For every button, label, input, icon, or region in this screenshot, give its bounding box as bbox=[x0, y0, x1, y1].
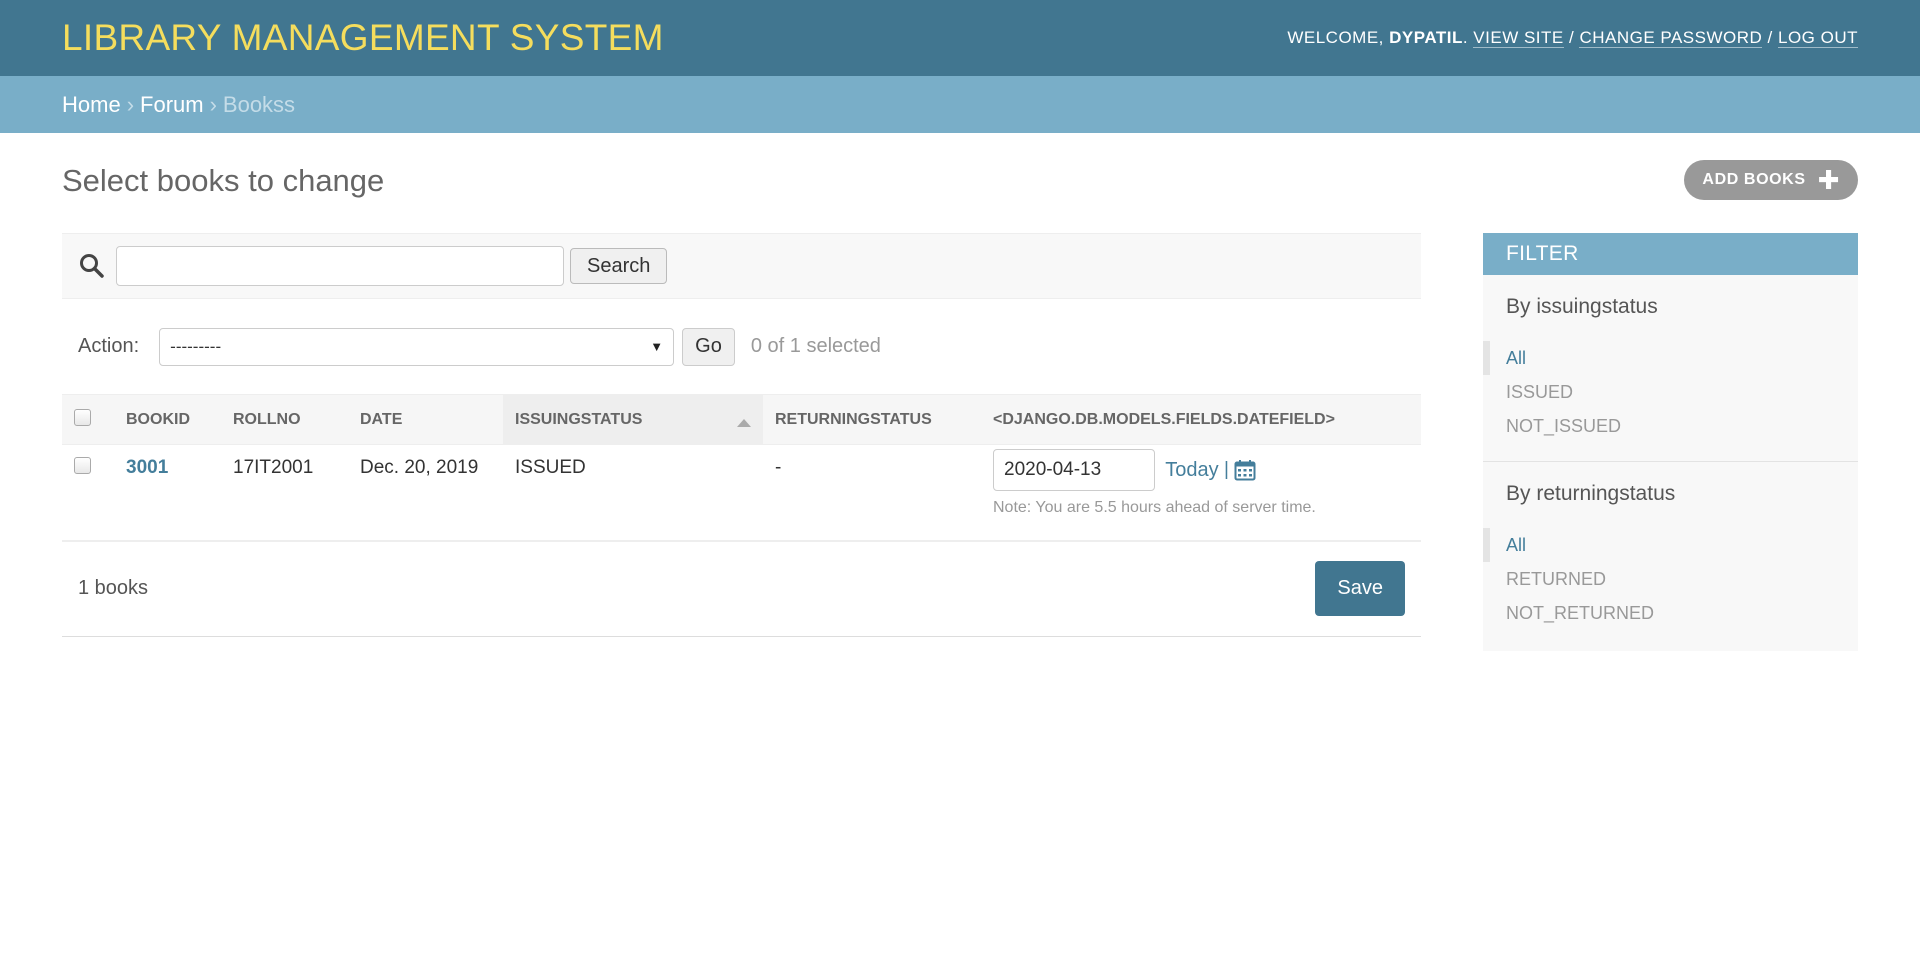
actions-bar: Action: --------- ▼ Go 0 of 1 selected bbox=[62, 299, 1421, 394]
filter-heading: By issuingstatus bbox=[1506, 295, 1658, 318]
column-header-rollno[interactable]: ROLLNO bbox=[221, 394, 348, 445]
site-header: LIBRARY MANAGEMENT SYSTEM WELCOME, DYPAT… bbox=[0, 0, 1920, 76]
datefield-cell: 2020-04-13 Today | Note: You are 5.5 hou… bbox=[981, 444, 1421, 542]
date-input[interactable]: 2020-04-13 bbox=[993, 449, 1155, 491]
today-link[interactable]: Today bbox=[1165, 459, 1218, 482]
save-button[interactable]: Save bbox=[1315, 561, 1405, 616]
selected-count: 0 of 1 selected bbox=[750, 335, 881, 357]
filter-group-issuingstatus: By issuingstatus All ISSUED NOT_ISSUED bbox=[1483, 275, 1858, 461]
filter-item-returned[interactable]: RETURNED bbox=[1483, 562, 1858, 596]
timezone-note: Note: You are 5.5 hours ahead of server … bbox=[993, 499, 1316, 516]
breadcrumb-forum[interactable]: Forum bbox=[140, 92, 204, 118]
issuingstatus-cell: ISSUED bbox=[503, 444, 763, 542]
column-header-datefield: <DJANGO.DB.MODELS.FIELDS.DATEFIELD> bbox=[981, 394, 1421, 445]
column-header-date[interactable]: DATE bbox=[348, 394, 503, 445]
action-select[interactable]: --------- ▼ bbox=[159, 327, 675, 366]
filter-item-all[interactable]: All bbox=[1483, 341, 1858, 375]
search-input[interactable] bbox=[116, 246, 564, 286]
breadcrumb-current: Bookss bbox=[222, 91, 296, 117]
filter-item-not-returned[interactable]: NOT_RETURNED bbox=[1483, 596, 1858, 630]
user-tools: WELCOME, DYPATIL. VIEW SITE / CHANGE PAS… bbox=[1287, 28, 1858, 48]
filter-group-returningstatus: By returningstatus All RETURNED NOT_RETU… bbox=[1483, 461, 1858, 648]
changelist: Search Action: --------- ▼ Go 0 of 1 sel… bbox=[62, 233, 1421, 637]
sort-ascending-icon[interactable] bbox=[737, 419, 751, 427]
breadcrumb-separator: › bbox=[209, 91, 217, 117]
search-toolbar: Search bbox=[62, 233, 1421, 299]
dropdown-arrow-icon: ▼ bbox=[650, 339, 664, 354]
breadcrumb-separator: › bbox=[126, 91, 135, 117]
page-title: Select books to change bbox=[62, 163, 385, 198]
add-books-button[interactable]: ADD BOOKS ✚ bbox=[1684, 160, 1858, 200]
plus-icon: ✚ bbox=[1817, 165, 1840, 195]
action-select-value: --------- bbox=[170, 336, 222, 356]
search-icon bbox=[80, 254, 104, 278]
filter-item-not-issued[interactable]: NOT_ISSUED bbox=[1483, 409, 1858, 443]
filter-title: FILTER bbox=[1483, 233, 1858, 275]
filter-item-all[interactable]: All bbox=[1483, 528, 1858, 562]
column-header-issuingstatus-label: ISSUINGSTATUS bbox=[515, 410, 643, 428]
filter-heading: By returningstatus bbox=[1506, 482, 1676, 505]
date-cell: Dec. 20, 2019 bbox=[348, 444, 503, 542]
select-all-checkbox[interactable] bbox=[74, 408, 91, 426]
result-count: 1 books bbox=[78, 577, 149, 599]
returningstatus-cell: - bbox=[763, 444, 981, 542]
log-out-link[interactable]: LOG OUT bbox=[1777, 28, 1858, 48]
row-select-cell bbox=[62, 444, 114, 542]
shortcut-separator: | bbox=[1223, 459, 1229, 480]
welcome-text: WELCOME, bbox=[1287, 28, 1390, 47]
column-header-issuingstatus[interactable]: ISSUINGSTATUS bbox=[503, 394, 763, 445]
breadcrumb-home[interactable]: Home bbox=[62, 92, 121, 118]
rollno-cell: 17IT2001 bbox=[221, 444, 348, 542]
go-button[interactable]: Go bbox=[682, 327, 735, 366]
column-header-returningstatus[interactable]: RETURNINGSTATUS bbox=[763, 394, 981, 445]
breadcrumb: Home › Forum › Bookss bbox=[0, 76, 1920, 133]
bookid-link[interactable]: 3001 bbox=[126, 457, 168, 478]
bookid-cell: 3001 bbox=[114, 444, 221, 542]
calendar-icon[interactable] bbox=[1234, 459, 1256, 481]
search-button[interactable]: Search bbox=[570, 248, 668, 284]
filter-sidebar: FILTER By issuingstatus All ISSUED NOT_I… bbox=[1483, 233, 1858, 651]
select-all-header bbox=[62, 394, 114, 445]
result-table: BOOKID ROLLNO DATE ISSUINGSTATUS RETURNI… bbox=[62, 394, 1421, 542]
column-header-bookid[interactable]: BOOKID bbox=[114, 394, 221, 445]
table-row: 3001 17IT2001 Dec. 20, 2019 ISSUED - 202… bbox=[62, 444, 1421, 542]
site-branding: LIBRARY MANAGEMENT SYSTEM bbox=[62, 17, 664, 58]
view-site-link[interactable]: VIEW SITE bbox=[1473, 28, 1564, 48]
action-label: Action: bbox=[78, 335, 140, 357]
paginator: 1 books Save bbox=[62, 542, 1421, 637]
filter-item-issued[interactable]: ISSUED bbox=[1483, 375, 1858, 409]
username: DYPATIL bbox=[1389, 28, 1463, 47]
change-password-link[interactable]: CHANGE PASSWORD bbox=[1579, 28, 1763, 48]
add-books-label: ADD BOOKS bbox=[1702, 171, 1806, 188]
row-checkbox[interactable] bbox=[74, 457, 91, 474]
